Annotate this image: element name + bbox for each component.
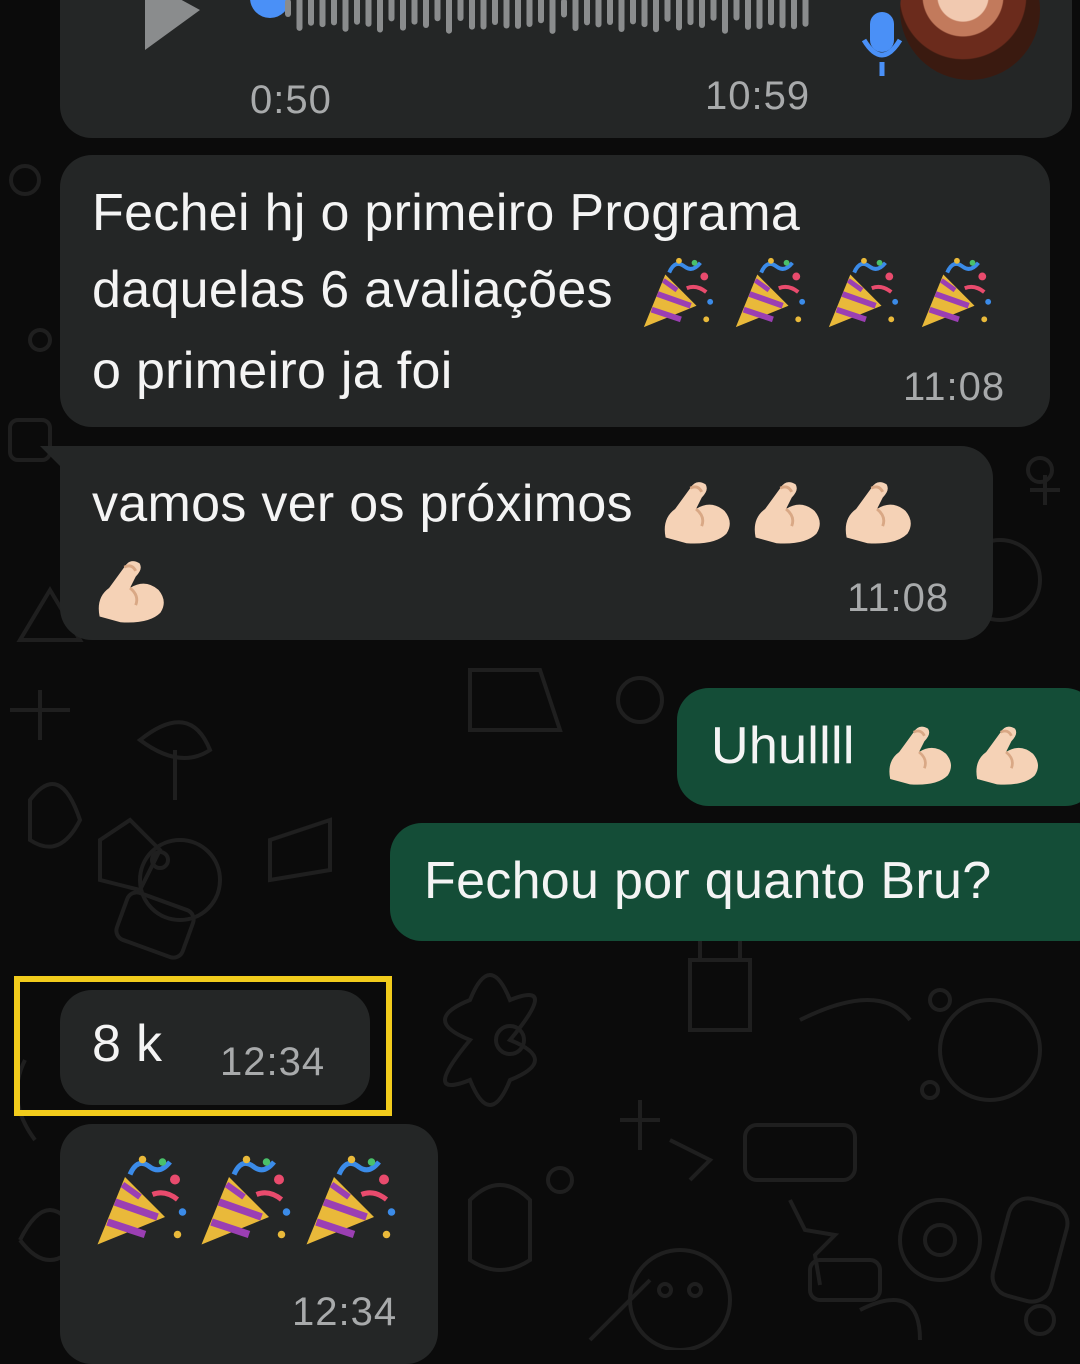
message-timestamp: 12:34 (292, 1290, 398, 1334)
waveform-bar (515, 0, 521, 29)
waveform-bar (285, 0, 291, 17)
flexed-biceps-icon (662, 480, 731, 545)
incoming-message[interactable]: Fechei hj o primeiro Programa daquelas 6… (60, 155, 1050, 427)
waveform-bar (503, 0, 510, 29)
waveform-bar (388, 0, 395, 22)
waveform-bar (733, 0, 740, 21)
waveform-bar (768, 0, 774, 26)
microphone-icon (861, 12, 903, 76)
message-text: Fechou por quanto Bru? (424, 852, 992, 910)
waveform-bar (653, 0, 659, 33)
flexed-biceps-emojis (658, 468, 916, 547)
message-timestamp: 11:08 (903, 365, 1006, 409)
waveform-bar (308, 0, 314, 26)
waveform-bar (641, 0, 648, 28)
waveform-bar (331, 0, 337, 26)
waveform-bar (664, 0, 671, 22)
waveform-bar (296, 0, 303, 31)
flexed-biceps-emojis (883, 711, 1042, 788)
party-popper-icon (916, 255, 994, 333)
waveform-bar (549, 0, 556, 34)
waveform-bar (319, 0, 326, 28)
waveform-bar (584, 0, 590, 26)
waveform-bar (745, 0, 751, 30)
waveform-bar (791, 0, 797, 30)
outgoing-message[interactable]: Uhullll (677, 688, 1080, 806)
waveform-bar (699, 0, 705, 28)
waveform-bar (676, 0, 682, 31)
waveform-bar (802, 0, 809, 27)
incoming-message[interactable]: vamos ver os próximos 11:08 (60, 446, 993, 640)
waveform-bar (365, 0, 372, 27)
message-text-line: daquelas 6 avaliações (92, 261, 613, 319)
message-timestamp: 11:08 (847, 576, 950, 620)
waveform-bar (526, 0, 533, 28)
waveform-bar (423, 0, 429, 28)
waveform-bar (607, 0, 613, 26)
voice-waveform[interactable] (285, 0, 825, 40)
waveform-bar (710, 0, 717, 21)
waveform-bar (400, 0, 406, 31)
waveform-bar (480, 0, 487, 30)
waveform-bar (618, 0, 625, 33)
flexed-biceps-icon (844, 480, 913, 545)
flexed-biceps-icon (975, 725, 1040, 786)
party-popper-icon (299, 1152, 399, 1252)
bubble-tail (40, 446, 70, 476)
waveform-bar (687, 0, 694, 26)
flexed-biceps-icon (97, 559, 166, 625)
waveform-bar (779, 0, 786, 29)
flexed-biceps-icon (753, 480, 822, 545)
waveform-bar (411, 0, 418, 25)
waveform-bar (561, 0, 567, 18)
waveform-bar (538, 0, 544, 24)
waveform-bar (722, 0, 728, 34)
outgoing-message[interactable]: Fechou por quanto Bru? (390, 823, 1080, 941)
waveform-bar (354, 0, 360, 25)
highlight-box (14, 976, 392, 1116)
waveform-bar (434, 0, 441, 22)
waveform-bar (630, 0, 636, 25)
waveform-bar (572, 0, 579, 31)
party-popper-icon (90, 1152, 190, 1252)
party-popper-emojis (90, 1152, 399, 1252)
waveform-bar (756, 0, 763, 30)
waveform-bar (377, 0, 383, 33)
voice-timestamp: 10:59 (705, 74, 811, 118)
party-popper-icon (194, 1152, 294, 1252)
incoming-message[interactable]: 12:34 (60, 1124, 438, 1364)
party-popper-icon (730, 255, 808, 333)
party-popper-icon (638, 255, 716, 333)
waveform-bar (342, 0, 349, 32)
voice-progress-thumb[interactable] (250, 0, 290, 18)
waveform-bar (595, 0, 602, 28)
waveform-bar (457, 0, 464, 21)
message-text: Uhullll (711, 717, 855, 775)
party-popper-emojis (638, 253, 994, 333)
party-popper-icon (823, 255, 901, 333)
waveform-bar (469, 0, 475, 30)
voice-duration: 0:50 (250, 78, 332, 122)
play-icon[interactable] (140, 0, 210, 60)
waveform-bar (446, 0, 452, 34)
flexed-biceps-icon (888, 725, 953, 786)
message-text-line: o primeiro ja foi (92, 342, 453, 401)
waveform-bar (492, 0, 498, 26)
message-text-line: Fechei hj o primeiro Programa (92, 184, 801, 242)
message-text: vamos ver os próximos (92, 475, 633, 533)
